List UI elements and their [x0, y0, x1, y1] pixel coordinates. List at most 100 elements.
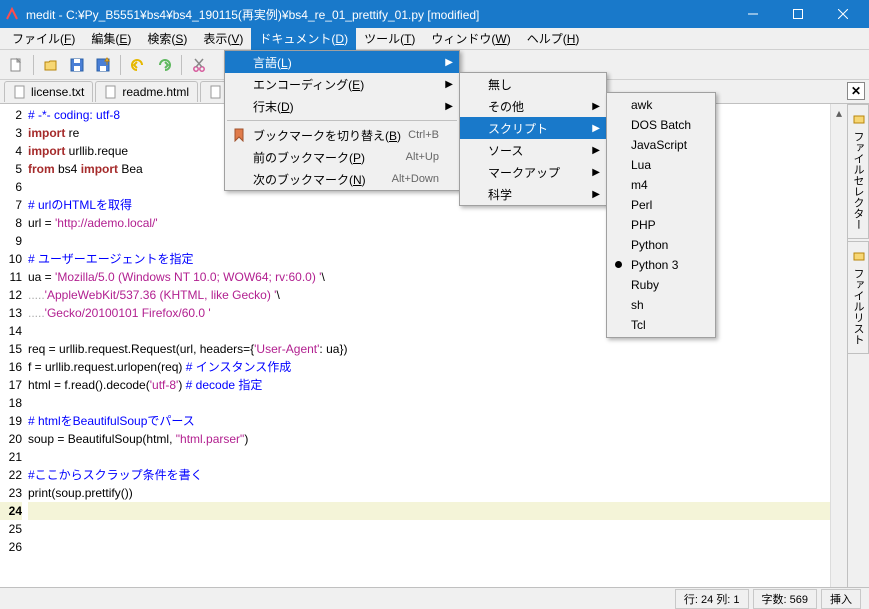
submenu-arrow-icon: ▶ [445, 101, 453, 112]
maximize-button[interactable] [775, 0, 820, 28]
line-number: 20 [0, 430, 22, 448]
code-line[interactable] [28, 394, 830, 412]
code-line[interactable]: soup = BeautifulSoup(html, "html.parser"… [28, 430, 830, 448]
undo-button[interactable] [126, 53, 150, 77]
language-option[interactable]: Ruby [607, 275, 715, 295]
file-icon [13, 85, 27, 99]
statusbar: 行: 24 列: 1 字数: 569 挿入 [0, 587, 869, 609]
menu-item[interactable]: マークアップ▶ [460, 161, 606, 183]
scroll-up-icon[interactable]: ▴ [831, 104, 847, 121]
menu-item[interactable]: 科学▶ [460, 183, 606, 205]
menu-h[interactable]: ヘルプ(H) [519, 27, 588, 50]
submenu-arrow-icon: ▶ [592, 145, 600, 156]
open-button[interactable] [39, 53, 63, 77]
code-line[interactable] [28, 538, 830, 556]
menu-item-label: 前のブックマーク(P) [253, 149, 365, 166]
line-number: 23 [0, 484, 22, 502]
window-title: medit - C:¥Py_B5551¥bs4¥bs4_190115(再実例)¥… [26, 6, 730, 23]
menu-e[interactable]: 編集(E) [83, 27, 139, 50]
submenu-arrow-icon: ▶ [592, 101, 600, 112]
menu-item-label: 次のブックマーク(N) [253, 171, 366, 188]
language-option[interactable]: Perl [607, 195, 715, 215]
language-option[interactable]: Tcl [607, 315, 715, 335]
line-number: 17 [0, 376, 22, 394]
submenu-arrow-icon: ▶ [445, 79, 453, 90]
cut-button[interactable] [187, 53, 211, 77]
document-menu-dropdown: 言語(L)▶エンコーディング(E)▶行末(D)▶ ブックマークを切り替え(B)Ct… [224, 50, 460, 191]
code-line[interactable]: req = urllib.request.Request(url, header… [28, 340, 830, 358]
menu-d[interactable]: ドキュメント(D) [251, 27, 356, 50]
code-line[interactable]: html = f.read().decode('utf-8') # decode… [28, 376, 830, 394]
sidebar-tab[interactable]: ファイルセレクター [848, 104, 869, 239]
code-line[interactable] [28, 520, 830, 538]
language-option[interactable]: Lua [607, 155, 715, 175]
menu-item-label: Python [631, 238, 668, 252]
close-button[interactable] [820, 0, 865, 28]
menu-w[interactable]: ウィンドウ(W) [423, 27, 518, 50]
line-number: 12 [0, 286, 22, 304]
menu-item[interactable]: ソース ▶ [460, 139, 606, 161]
language-option[interactable]: PHP [607, 215, 715, 235]
menubar: ファイル(F)編集(E)検索(S)表示(V)ドキュメント(D)ツール(T)ウィン… [0, 28, 869, 50]
sidebar-tab[interactable]: ファイルリスト [848, 241, 869, 354]
menu-s[interactable]: 検索(S) [139, 27, 195, 50]
menu-item[interactable]: その他 ▶ [460, 95, 606, 117]
file-icon [104, 85, 118, 99]
code-line[interactable] [28, 502, 830, 520]
code-line[interactable]: f = urllib.request.urlopen(req) # インスタンス… [28, 358, 830, 376]
menu-item[interactable]: 無し [460, 73, 606, 95]
line-number: 19 [0, 412, 22, 430]
right-sidebar: ファイルセレクターファイルリスト [847, 104, 869, 587]
new-file-button[interactable] [4, 53, 28, 77]
vertical-scrollbar[interactable]: ▴ [830, 104, 847, 587]
language-option[interactable]: DOS Batch [607, 115, 715, 135]
save-button[interactable] [65, 53, 89, 77]
tab-close-button[interactable]: ✕ [847, 82, 865, 100]
status-chars: 字数: 569 [753, 589, 817, 609]
code-line[interactable]: print(soup.prettify()) [28, 484, 830, 502]
save-as-button[interactable] [91, 53, 115, 77]
line-number: 26 [0, 538, 22, 556]
menu-item-label: 科学 [488, 186, 512, 203]
tab-label: license.txt [31, 85, 84, 99]
menu-item[interactable]: 次のブックマーク(N)Alt+Down [225, 168, 459, 190]
status-mode: 挿入 [821, 589, 861, 609]
line-number: 18 [0, 394, 22, 412]
code-line[interactable]: #ここからスクラップ条件を書く [28, 466, 830, 484]
line-number: 16 [0, 358, 22, 376]
menu-f[interactable]: ファイル(F) [4, 27, 83, 50]
menu-item-label: Lua [631, 158, 651, 172]
language-option[interactable]: Python 3 [607, 255, 715, 275]
language-option[interactable]: sh [607, 295, 715, 315]
language-option[interactable]: JavaScript [607, 135, 715, 155]
menu-item-label: DOS Batch [631, 118, 691, 132]
redo-button[interactable] [152, 53, 176, 77]
menu-item[interactable]: 言語(L)▶ [225, 51, 459, 73]
menu-item[interactable]: ブックマークを切り替え(B)Ctrl+B [225, 124, 459, 146]
language-option[interactable]: Python [607, 235, 715, 255]
menu-item[interactable]: 行末(D)▶ [225, 95, 459, 117]
bookmark-icon [231, 127, 247, 143]
menu-item[interactable]: スクリプト▶ [460, 117, 606, 139]
file-tab[interactable]: readme.html [95, 81, 198, 102]
file-tab[interactable]: license.txt [4, 81, 93, 102]
menu-item-label: その他 [488, 98, 524, 115]
menu-item-label: Perl [631, 198, 652, 212]
menu-item[interactable]: エンコーディング(E)▶ [225, 73, 459, 95]
language-option[interactable]: m4 [607, 175, 715, 195]
line-number: 21 [0, 448, 22, 466]
language-option[interactable]: awk [607, 95, 715, 115]
menu-t[interactable]: ツール(T) [356, 27, 423, 50]
menu-item[interactable]: 前のブックマーク(P)Alt+Up [225, 146, 459, 168]
language-submenu: 無しその他 ▶ スクリプト▶ ソース ▶ マークアップ▶科学▶ [459, 72, 607, 206]
folder-icon [851, 113, 865, 127]
submenu-arrow-icon: ▶ [445, 57, 453, 68]
code-line[interactable] [28, 448, 830, 466]
menu-v[interactable]: 表示(V) [195, 27, 251, 50]
code-line[interactable]: # htmlをBeautifulSoupでパース [28, 412, 830, 430]
menu-item-label: sh [631, 298, 644, 312]
minimize-button[interactable] [730, 0, 775, 28]
tab-label: readme.html [122, 85, 189, 99]
line-number: 25 [0, 520, 22, 538]
menu-item-label: ソース [488, 142, 523, 159]
